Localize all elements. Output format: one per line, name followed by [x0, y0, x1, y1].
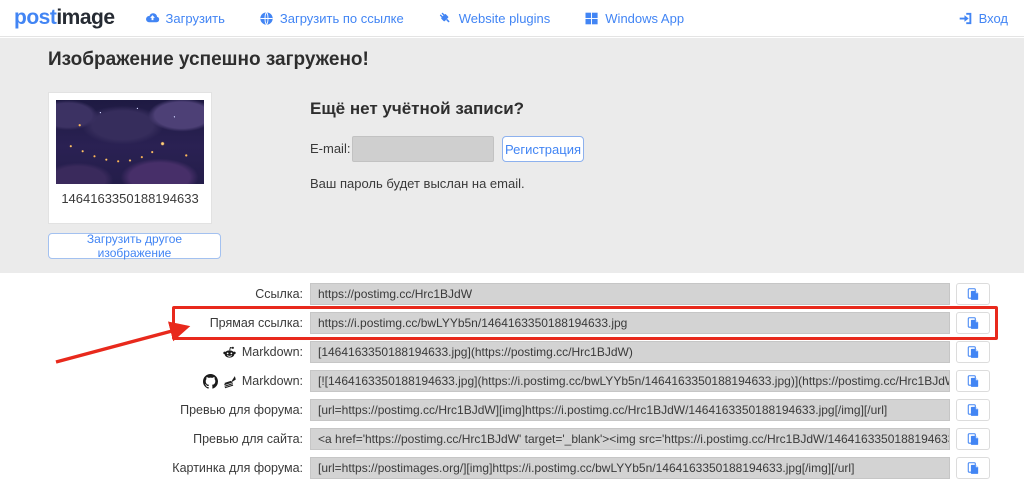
signup-note: Ваш пароль будет выслан на email. — [310, 176, 525, 191]
link-row-1-highlighted: Прямая ссылка: https://i.postimg.cc/bwLY… — [0, 312, 1024, 334]
nav-item-windows-app[interactable]: Windows App — [584, 11, 684, 26]
plug-icon — [438, 11, 453, 26]
link-row-label: Картинка для форума: — [0, 457, 303, 479]
signup-title: Ещё нет учётной записи? — [310, 99, 524, 119]
login-label: Вход — [979, 11, 1008, 26]
link-row-label: Превью для сайта: — [0, 428, 303, 450]
globe-icon — [259, 11, 274, 26]
nav-item-label: Загрузить — [166, 11, 225, 26]
nav-item-label: Website plugins — [459, 11, 551, 26]
logo-post: post — [14, 6, 56, 29]
link-value-field[interactable]: [url=https://postimages.org/][img]https:… — [310, 457, 950, 479]
link-row-label: Прямая ссылка: — [0, 312, 303, 334]
copy-icon — [966, 287, 980, 301]
email-label: E-mail: — [310, 136, 350, 162]
login-link[interactable]: Вход — [958, 11, 1008, 26]
nav-item-upload[interactable]: Загрузить — [145, 11, 225, 26]
link-row-3: Markdown: [![1464163350188194633.jpg](ht… — [0, 370, 1024, 392]
copy-button[interactable] — [956, 457, 990, 479]
upload-another-image-button[interactable]: Загрузить другое изображение — [48, 233, 221, 259]
postimage-page: postimage Загрузить Загрузить по ссылке … — [0, 0, 1024, 483]
copy-button[interactable] — [956, 399, 990, 421]
copy-button[interactable] — [956, 283, 990, 305]
link-row-5: Превью для сайта: <a href='https://posti… — [0, 428, 1024, 450]
copy-button[interactable] — [956, 341, 990, 363]
link-row-2: Markdown: [1464163350188194633.jpg](http… — [0, 341, 1024, 363]
link-row-4: Превью для форума: [url=https://postimg.… — [0, 399, 1024, 421]
link-row-6: Картинка для форума: [url=https://postim… — [0, 457, 1024, 479]
link-row-icons — [222, 345, 237, 360]
copy-icon — [966, 403, 980, 417]
copy-button[interactable] — [956, 370, 990, 392]
link-row-0: Ссылка: https://postimg.cc/Hrc1BJdW — [0, 283, 1024, 305]
nav-item-upload-by-link[interactable]: Загрузить по ссылке — [259, 11, 404, 26]
nav-links: Загрузить Загрузить по ссылке Website pl… — [145, 11, 685, 26]
navbar: postimage Загрузить Загрузить по ссылке … — [0, 0, 1024, 37]
link-value-field[interactable]: https://i.postimg.cc/bwLYYb5n/1464163350… — [310, 312, 950, 334]
copy-icon — [966, 432, 980, 446]
link-value-field[interactable]: <a href='https://postimg.cc/Hrc1BJdW' ta… — [310, 428, 950, 450]
link-value-field[interactable]: https://postimg.cc/Hrc1BJdW — [310, 283, 950, 305]
uploaded-image-card: 1464163350188194633 — [48, 92, 212, 224]
sign-in-icon — [958, 11, 973, 26]
nav-item-label: Загрузить по ссылке — [280, 11, 404, 26]
link-row-icons — [203, 374, 237, 389]
link-row-label: Markdown: — [0, 370, 303, 392]
github-icon — [203, 374, 218, 389]
copy-button[interactable] — [956, 428, 990, 450]
copy-icon — [966, 461, 980, 475]
email-input[interactable] — [352, 136, 494, 162]
copy-icon — [966, 374, 980, 388]
link-row-label: Превью для форума: — [0, 399, 303, 421]
copy-button[interactable] — [956, 312, 990, 334]
link-row-label: Ссылка: — [0, 283, 303, 305]
uploaded-image-thumbnail[interactable] — [56, 100, 204, 184]
copy-icon — [966, 345, 980, 359]
link-value-field[interactable]: [![1464163350188194633.jpg](https://i.po… — [310, 370, 950, 392]
nav-item-website-plugins[interactable]: Website plugins — [438, 11, 551, 26]
logo-image: image — [56, 6, 114, 29]
cloud-upload-icon — [145, 11, 160, 26]
reddit-icon — [222, 345, 237, 360]
link-value-field[interactable]: [1464163350188194633.jpg](https://postim… — [310, 341, 950, 363]
link-row-label: Markdown: — [0, 341, 303, 363]
register-button[interactable]: Регистрация — [502, 136, 584, 162]
nav-item-label: Windows App — [605, 11, 684, 26]
uploaded-image-filename: 1464163350188194633 — [49, 191, 211, 206]
gist-icon — [222, 374, 237, 389]
postimage-logo[interactable]: postimage — [14, 6, 115, 30]
page-title: Изображение успешно загружено! — [48, 49, 369, 71]
link-value-field[interactable]: [url=https://postimg.cc/Hrc1BJdW][img]ht… — [310, 399, 950, 421]
copy-icon — [966, 316, 980, 330]
windows-icon — [584, 11, 599, 26]
